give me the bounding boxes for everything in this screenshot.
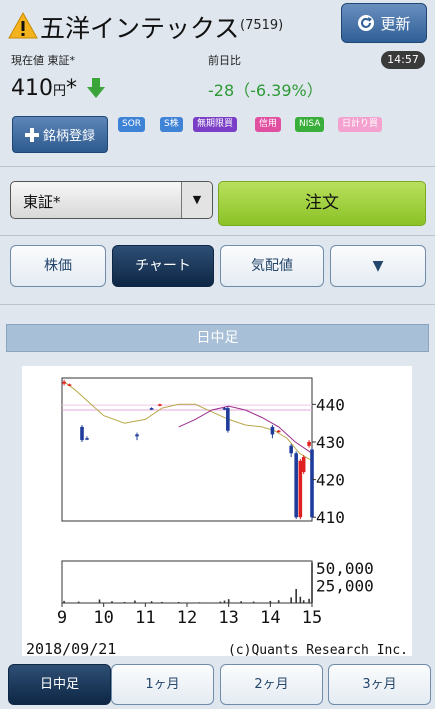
- chart-date: 2018/09/21: [26, 640, 116, 656]
- x-tick-label: 14: [260, 608, 280, 628]
- candle-body: [135, 434, 139, 437]
- price-unit: 円: [53, 84, 67, 99]
- candle-body: [149, 408, 154, 410]
- intraday-chart: 440 430 420 410 50,00025,000 9 10 11 12 13 14 15 201…: [26, 377, 408, 658]
- price-tick-label: 410: [316, 508, 345, 527]
- time-badge: 14:57: [381, 51, 425, 69]
- refresh-button[interactable]: 更新: [341, 3, 427, 43]
- change-label: 前日比: [208, 54, 241, 67]
- chart-credit: (c)Quants Research Inc.: [228, 643, 408, 656]
- register-label: 銘柄登録: [42, 129, 95, 144]
- volume-tick-label: 50,000: [316, 559, 374, 578]
- candle-body: [67, 384, 72, 386]
- x-tick-label: 11: [135, 608, 155, 628]
- tab-chart[interactable]: チャート: [112, 245, 214, 287]
- chart-panel: 440 430 420 410 50,000 25,000 9 10 11 12 13 14 15 201…: [22, 366, 412, 658]
- price-tick-label: 440: [316, 395, 345, 414]
- candle-body: [301, 457, 306, 473]
- candle-body: [62, 381, 66, 384]
- x-tick-label: 12: [177, 608, 197, 628]
- refresh-label: 更新: [380, 14, 411, 33]
- x-tick-label: 10: [93, 608, 113, 628]
- badge-S株: S株: [160, 117, 183, 132]
- candle-body: [226, 408, 230, 431]
- tab-more[interactable]: ▼: [330, 245, 426, 287]
- refresh-icon: [358, 15, 375, 31]
- order-button[interactable]: 注文: [218, 181, 426, 226]
- badge-信用: 信用: [255, 117, 282, 132]
- tab-1month[interactable]: 1ヶ月: [111, 664, 214, 705]
- stock-name: 五洋インテックス: [40, 14, 240, 43]
- candle-body: [85, 438, 89, 440]
- tab-stock-price[interactable]: 株価: [10, 245, 106, 287]
- ma-short-line: [63, 381, 313, 462]
- stock-code: (7519): [240, 18, 284, 33]
- price-value: 410: [11, 76, 53, 101]
- tab-quotes[interactable]: 気配値: [220, 245, 324, 287]
- x-tick-label: 15: [302, 608, 322, 628]
- warning-icon: [8, 12, 38, 39]
- price-mark: *: [66, 76, 78, 101]
- badge-無期限買: 無期限買: [193, 117, 238, 132]
- candle-body: [80, 426, 84, 441]
- candle-body: [307, 441, 311, 446]
- divider: [0, 235, 435, 236]
- tab-intraday[interactable]: 日中足: [8, 664, 111, 705]
- divider: [0, 304, 435, 305]
- price-tick-label: 430: [316, 433, 345, 452]
- current-price: 410円*: [11, 76, 77, 101]
- tab-3month[interactable]: 3ヶ月: [328, 664, 431, 705]
- price-label: 現在値 東証*: [11, 54, 75, 67]
- down-arrow-icon: [87, 78, 105, 98]
- price-change: -28（-6.39%）: [208, 81, 323, 100]
- x-tick-label: 9: [57, 608, 67, 628]
- candle-body: [222, 408, 227, 410]
- market-selected: 東証*: [23, 193, 61, 211]
- price-frame: [61, 377, 313, 522]
- candle-body: [289, 445, 293, 454]
- candle-body: [294, 453, 298, 518]
- register-button[interactable]: 銘柄登録: [12, 116, 108, 153]
- plus-icon: [24, 127, 39, 142]
- tab-2month[interactable]: 2ヶ月: [220, 664, 323, 705]
- volume-tick-label: 25,000: [316, 577, 374, 596]
- market-select[interactable]: 東証* ▼: [10, 181, 213, 219]
- chart-header: 日中足: [6, 324, 429, 352]
- badge-NISA: NISA: [295, 117, 325, 132]
- candle-body: [310, 449, 314, 518]
- select-caret-icon: ▼: [181, 182, 212, 218]
- badge-日計り買: 日計り買: [338, 117, 383, 132]
- x-tick-label: 13: [218, 608, 238, 628]
- volume-frame: [61, 560, 313, 604]
- candle-body: [270, 426, 275, 435]
- badge-SOR: SOR: [118, 117, 146, 132]
- candle-body: [276, 430, 281, 433]
- candle-body: [298, 460, 303, 518]
- divider: [0, 166, 435, 167]
- price-tick-label: 420: [316, 471, 345, 490]
- candle-body: [158, 404, 162, 406]
